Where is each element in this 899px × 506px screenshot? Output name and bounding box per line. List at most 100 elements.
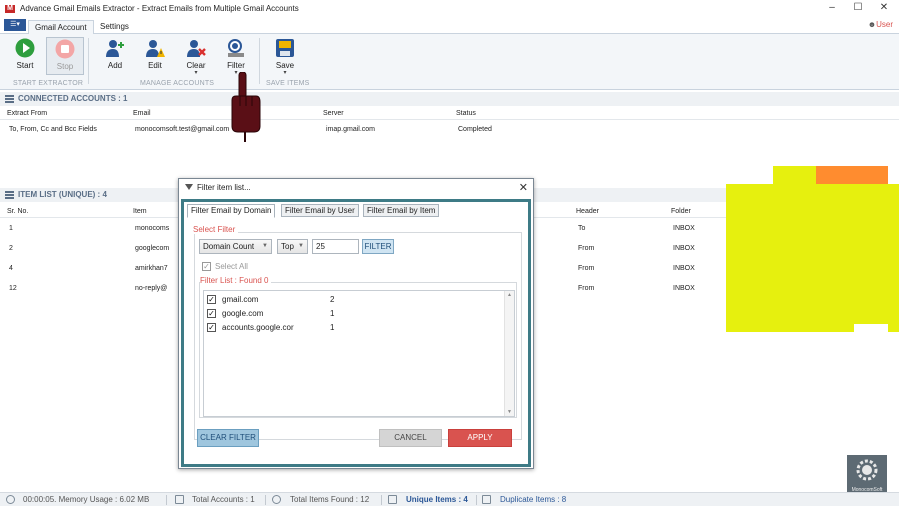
order-select[interactable]: Top ▼ (277, 239, 308, 254)
minimize-button[interactable]: – (819, 0, 845, 17)
item-list-title: ITEM LIST (UNIQUE) : 4 (18, 190, 107, 199)
brand-logo: MonocomSoft (847, 455, 887, 495)
filter-dialog: Filter item list... ✕ Filter Email by Do… (178, 178, 534, 469)
group-manage-accounts: MANAGE ACCOUNTS (140, 80, 215, 87)
at-sign-icon (272, 495, 281, 504)
save-dropdown-caret: ▾ (283, 70, 287, 76)
ribbon-tab-strip: ☰▾ Gmail Account Settings ☻User (0, 17, 899, 35)
status-unique-items: Unique Items : 4 (406, 495, 468, 504)
item-folder: INBOX (673, 245, 695, 252)
start-button[interactable]: Start (6, 37, 44, 75)
item-sr: 4 (9, 265, 13, 272)
sort-by-select[interactable]: Domain Count ▼ (199, 239, 272, 254)
add-user-icon (105, 38, 125, 58)
title-bar: M Advance Gmail Emails Extractor - Extra… (0, 0, 899, 17)
tab-filter-by-item[interactable]: Filter Email by Item (363, 204, 440, 217)
app-menu-button[interactable]: ☰▾ (4, 19, 26, 31)
domain-count: 1 (330, 323, 335, 332)
domain-name: gmail.com (222, 295, 259, 304)
item-folder: INBOX (673, 225, 695, 232)
column-sr-no[interactable]: Sr. No. (7, 208, 28, 215)
dialog-title-bar: Filter item list... ✕ (179, 179, 533, 197)
list-item[interactable]: ✓ google.com 1 (207, 308, 497, 320)
domain-checkbox[interactable]: ✓ (207, 309, 216, 318)
column-item[interactable]: Item (133, 208, 147, 215)
overlay-gap (854, 324, 888, 332)
add-button[interactable]: Add (96, 37, 134, 75)
select-all-checkbox[interactable]: ✓ (202, 262, 211, 271)
scroll-up-icon[interactable]: ▲ (507, 292, 512, 298)
filter-list-title: Filter List : Found 0 (200, 276, 272, 285)
item-sr: 2 (9, 245, 13, 252)
dialog-close-icon[interactable]: ✕ (519, 179, 528, 197)
connected-accounts-title: CONNECTED ACCOUNTS : 1 (18, 94, 128, 103)
dialog-body: Filter Email by Domain Filter Email by U… (181, 199, 531, 467)
save-button[interactable]: Save ▾ (266, 37, 304, 76)
stop-icon (55, 39, 75, 59)
edit-button[interactable]: Edit (136, 37, 174, 75)
filter-label: Filter (227, 61, 245, 70)
connected-accounts-header: CONNECTED ACCOUNTS : 1 (0, 92, 899, 106)
account-row[interactable]: To, From, Cc and Bcc Fields monocomsoft.… (0, 122, 899, 138)
column-folder[interactable]: Folder (671, 208, 691, 215)
chevron-down-icon: ▼ (298, 243, 304, 249)
column-status[interactable]: Status (456, 110, 476, 117)
list-scrollbar[interactable]: ▲ ▼ (504, 291, 514, 416)
save-icon (275, 38, 295, 58)
account-server: imap.gmail.com (326, 126, 376, 133)
user-icon: ☻ (867, 20, 877, 29)
highlight-overlay (726, 184, 899, 332)
list-item[interactable]: ✓ gmail.com 2 (207, 294, 497, 306)
filter-button[interactable]: Filter ▾ (217, 37, 255, 76)
stop-label: Stop (56, 62, 74, 71)
copy-icon (482, 495, 491, 504)
close-window-button[interactable]: ✕ (871, 0, 897, 17)
list-icon (5, 95, 14, 103)
domain-checkbox[interactable]: ✓ (207, 323, 216, 332)
tab-filter-by-user[interactable]: Filter Email by User (281, 204, 359, 217)
item-header: From (578, 285, 595, 292)
list-icon (5, 191, 14, 199)
clear-filter-button[interactable]: CLEAR FILTER (197, 429, 259, 447)
clear-button[interactable]: Clear ▾ (177, 37, 215, 76)
column-extract-from[interactable]: Extract From (7, 110, 47, 117)
count-input[interactable]: 25 (312, 239, 359, 254)
domain-list[interactable]: ✓ gmail.com 2 ✓ google.com 1 ✓ accounts.… (203, 290, 515, 417)
tab-gmail-account[interactable]: Gmail Account (28, 20, 94, 35)
list-item[interactable]: ✓ accounts.google.cor 1 (207, 322, 497, 334)
cancel-button[interactable]: CANCEL (379, 429, 442, 447)
status-duplicate-items: Duplicate Items : 8 (500, 495, 567, 504)
tab-settings[interactable]: Settings (94, 20, 135, 35)
tab-filter-by-domain[interactable]: Filter Email by Domain (187, 204, 276, 218)
gear-icon (856, 459, 878, 481)
scroll-down-icon[interactable]: ▼ (507, 409, 512, 415)
clock-icon (6, 495, 15, 504)
group-save-items: SAVE ITEMS (266, 80, 310, 87)
add-label: Add (107, 61, 123, 70)
item-folder: INBOX (673, 285, 695, 292)
domain-checkbox[interactable]: ✓ (207, 295, 216, 304)
item-value: googlecom (135, 245, 170, 252)
edit-label: Edit (148, 61, 162, 70)
stop-button[interactable]: Stop (46, 37, 84, 75)
play-icon (15, 38, 35, 58)
ribbon: Start Stop START EXTRACTOR Add Edit Clea… (0, 34, 899, 90)
highlight-overlay (773, 166, 816, 184)
apply-button[interactable]: APPLY (448, 429, 512, 447)
item-sr: 1 (9, 225, 13, 232)
maximize-button[interactable]: ☐ (845, 0, 871, 17)
item-value: amirkhan7 (135, 265, 168, 272)
pointing-hand-cursor-icon (228, 71, 262, 142)
gmail-logo-icon: M (5, 4, 15, 13)
column-email[interactable]: Email (133, 110, 151, 117)
order-value: Top (281, 242, 294, 251)
account-extract-from: To, From, Cc and Bcc Fields (9, 126, 97, 133)
group-start-extractor: START EXTRACTOR (13, 80, 84, 87)
apply-filter-button[interactable]: FILTER (362, 239, 394, 254)
column-server[interactable]: Server (323, 110, 344, 117)
column-header[interactable]: Header (576, 208, 599, 215)
user-menu[interactable]: ☻User (868, 20, 893, 29)
status-divider (381, 495, 382, 505)
sort-by-value: Domain Count (203, 242, 255, 251)
dialog-title: Filter item list... (197, 183, 251, 192)
